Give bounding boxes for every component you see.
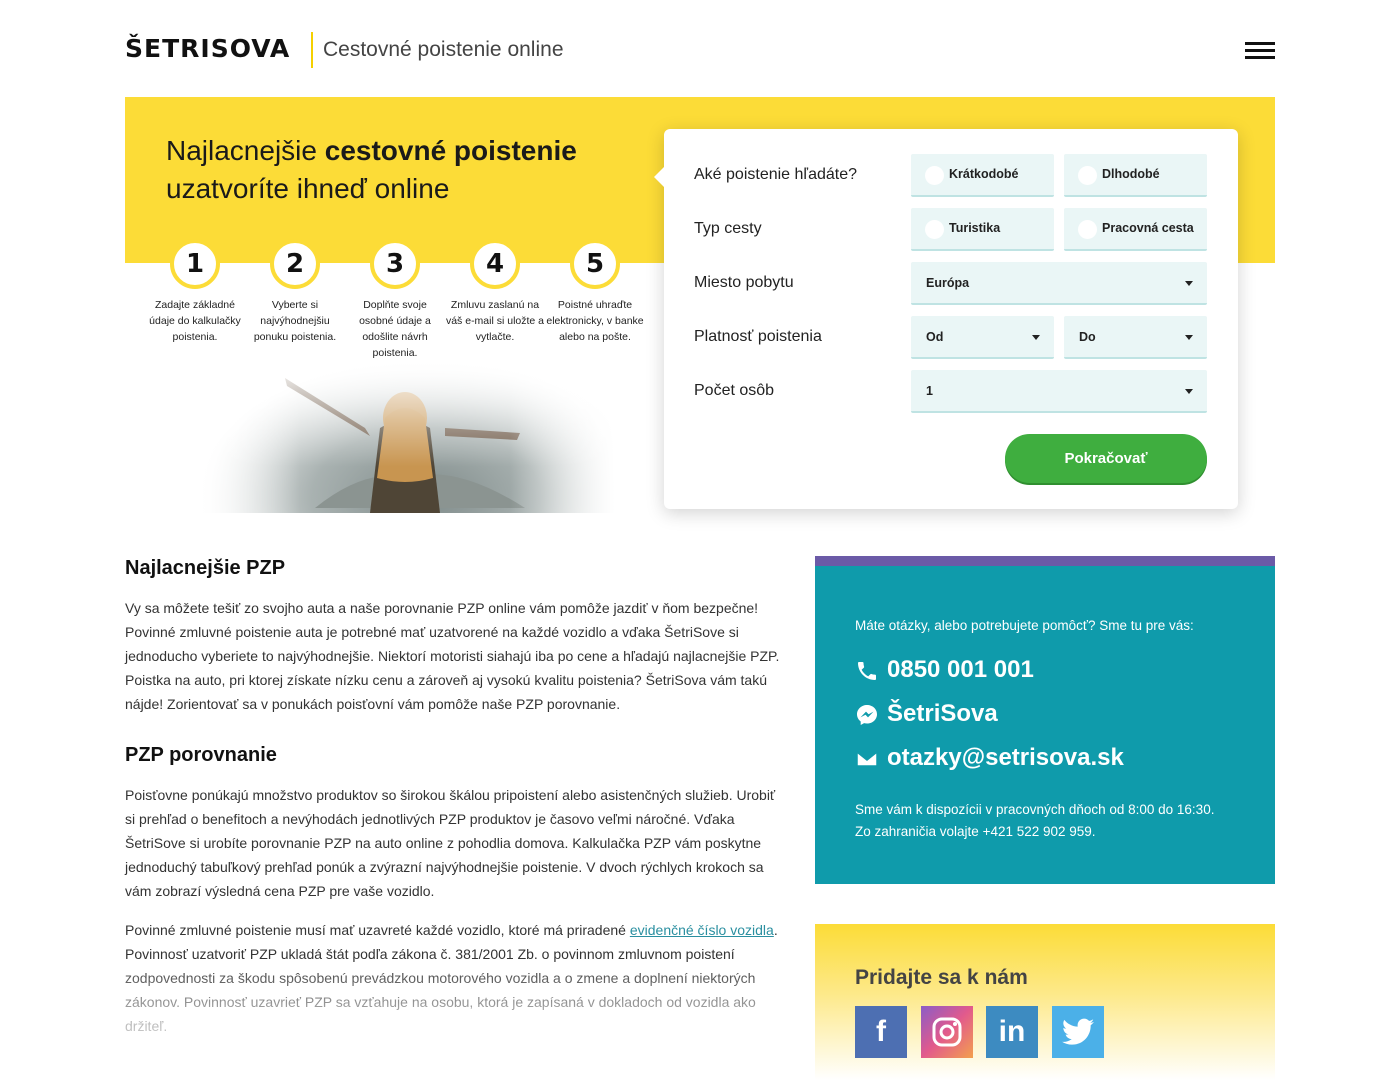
help-intro: Máte otázky, alebo potrebujete pomôcť? S… [855,618,1194,633]
phone-icon [858,661,876,680]
chevron-down-icon [1185,335,1193,340]
step-text: Doplňte svoje osobné údaje a odošlite ná… [359,299,431,359]
chevron-down-icon [1185,281,1193,286]
hero-title: Najlacnejšie cestovné poistenie uzatvorí… [166,135,577,204]
article-heading-2: PZP porovnanie [125,744,277,766]
step-text: Vyberte si najvýhodnejšiu ponuku poisten… [253,299,337,343]
option-tourism[interactable]: Turistika [911,208,1054,251]
validity-to-select[interactable]: Do [1064,316,1207,359]
persons-row: Počet osôb 1 [694,370,1214,414]
step-number: 2 [270,239,320,289]
insurance-form: Aké poistenie hľadáte? Krátkodobé Dlhodo… [654,129,1238,509]
insurance-type-row: Aké poistenie hľadáte? Krátkodobé Dlhodo… [694,154,1214,198]
email-contact[interactable]: otazky@setrisova.sk [855,744,1124,778]
option-long-term[interactable]: Dlhodobé [1064,154,1207,197]
hamburger-menu-icon[interactable] [1245,42,1275,60]
validity-from-select[interactable]: Od [911,316,1054,359]
mail-icon [856,750,878,767]
radio-icon[interactable] [925,220,944,239]
facebook-icon[interactable]: f [855,1006,907,1058]
messenger-contact[interactable]: ŠetriSova [855,700,998,734]
linkedin-icon[interactable]: in [986,1006,1038,1058]
step-text: Zadajte základné údaje do kalkulačky poi… [149,299,241,343]
step-1: 1 Zadajte základné údaje do kalkulačky p… [145,239,245,345]
chevron-down-icon [1185,389,1193,394]
radio-icon[interactable] [1078,166,1097,185]
step-4: 4 Zmluvu zaslanú na váš e-mail si uložte… [445,239,545,345]
vehicle-number-link[interactable]: evidenčné číslo vozidla [630,922,774,938]
place-select[interactable]: Európa [911,262,1207,305]
validity-row: Platnosť poistenia Od Do [694,316,1214,360]
step-2: 2 Vyberte si najvýhodnejšiu ponuku poist… [245,239,345,345]
place-label: Miesto pobytu [694,274,794,291]
article-paragraph-1: Vy sa môžete tešiť zo svojho auta a naše… [125,600,780,712]
persons-select[interactable]: 1 [911,370,1207,413]
trip-type-label: Typ cesty [694,220,762,237]
step-5: 5 Poistné uhraďte elektronicky, v banke … [545,239,645,345]
instagram-icon[interactable] [921,1006,973,1058]
step-number: 1 [170,239,220,289]
hero-photo [195,358,615,513]
option-business-trip[interactable]: Pracovná cesta [1064,208,1207,251]
header-tagline: Cestovné poistenie online [323,38,564,61]
hero-title-bold: cestovné poistenie [324,135,577,166]
place-row: Miesto pobytu Európa [694,262,1214,306]
step-text: Poistné uhraďte elektronicky, v banke al… [546,299,644,343]
persons-label: Počet osôb [694,382,775,399]
radio-icon[interactable] [1078,220,1097,239]
messenger-icon [857,704,877,725]
step-number: 5 [570,239,620,289]
help-box: Máte otázky, alebo potrebujete pomôcť? S… [815,556,1275,884]
continue-button[interactable]: Pokračovať [1005,434,1207,483]
phone-contact[interactable]: 0850 001 001 [855,656,1034,690]
option-short-term[interactable]: Krátkodobé [911,154,1054,197]
step-3: 3 Doplňte svoje osobné údaje a odošlite … [345,239,445,361]
logo-divider [311,32,313,68]
step-number: 4 [470,239,520,289]
step-text: Zmluvu zaslanú na váš e-mail si uložte a… [445,299,545,343]
site-header: ŠETRISOVA Cestovné poistenie online [125,30,1275,70]
insurance-type-label: Aké poistenie hľadáte? [694,166,858,183]
article-fade [125,960,785,1080]
trip-type-row: Typ cesty Turistika Pracovná cesta [694,208,1214,252]
chevron-down-icon [1032,335,1040,340]
logo[interactable]: ŠETRISOVA [125,34,290,63]
steps: 1 Zadajte základné údaje do kalkulačky p… [145,239,645,369]
social-box: Pridajte sa k nám f in [815,924,1275,1080]
help-note: Sme vám k dispozícii v pracovných dňoch … [855,802,1215,839]
article-heading-1: Najlacnejšie PZP [125,557,286,579]
article-paragraph-2: Poisťovne ponúkajú množstvo produktov so… [125,787,776,899]
validity-label: Platnosť poistenia [694,328,822,345]
social-title: Pridajte sa k nám [855,966,1028,989]
radio-icon[interactable] [925,166,944,185]
step-number: 3 [370,239,420,289]
twitter-icon[interactable] [1052,1006,1104,1058]
